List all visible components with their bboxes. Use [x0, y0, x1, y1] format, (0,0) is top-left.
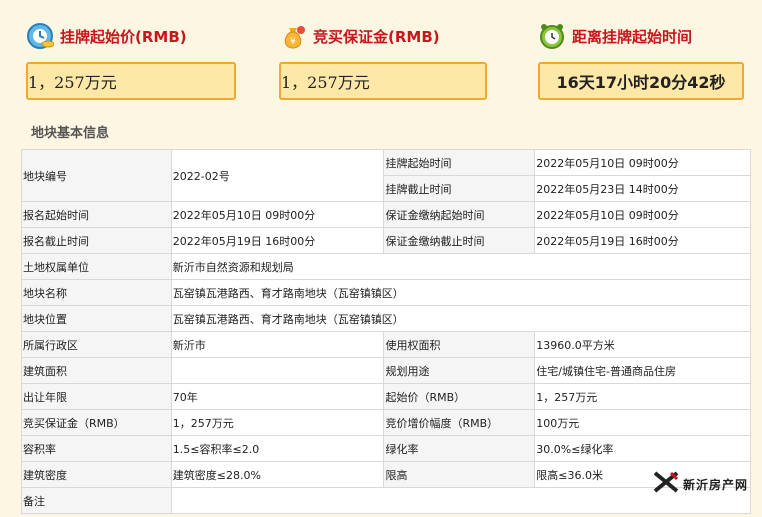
reg-start-value: 2022年05月10日 09时00分 — [170, 201, 385, 228]
height-label: 限高 — [383, 461, 536, 488]
table-row: 备注 — [21, 487, 752, 514]
deposit-value: 1，257万元 — [279, 62, 487, 100]
term-value: 70年 — [170, 383, 385, 410]
table-row: 竞买保证金（RMB） 1，257万元 竞价增价幅度（RMB） 100万元 — [21, 409, 751, 436]
reg-end-value: 2022年05月19日 16时00分 — [170, 227, 385, 254]
table-row: 建筑面积 规划用途 住宅/城镇住宅-普通商品住房 — [21, 357, 751, 384]
name-label: 地块名称 — [21, 279, 172, 306]
table-row: 报名截止时间 2022年05月19日 16时00分 保证金缴纳截止时间 2022… — [21, 227, 751, 254]
money-bag-icon: ¥ — [279, 22, 307, 50]
reg-end-label: 报名截止时间 — [21, 227, 172, 254]
svg-text:¥: ¥ — [290, 37, 296, 47]
density-label: 建筑密度 — [21, 461, 172, 488]
remark-label: 备注 — [21, 487, 172, 514]
start-price-value: 1，257万元 — [26, 62, 236, 100]
deposit-card: ¥ 竞买保证金(RMB) 1，257万元 — [279, 18, 487, 100]
table-row: 出让年限 70年 起始价（RMB） 1，257万元 — [21, 383, 751, 410]
table-row: 地块位置 瓦窑镇瓦港路西、育才路南地块（瓦窑镇镇区） — [21, 305, 752, 332]
far-value: 1.5≤容积率≤2.0 — [170, 435, 385, 462]
section-title: 地块基本信息 — [31, 126, 110, 141]
deposit-start-value: 2022年05月10日 09时00分 — [534, 201, 751, 228]
plan-use-label: 规划用途 — [383, 357, 536, 384]
listing-end-label: 挂牌截止时间 — [383, 175, 536, 202]
deposit-cell: 1，257万元 — [170, 409, 385, 436]
start-price-card: 挂牌起始价(RMB) 1，257万元 — [26, 18, 236, 100]
use-area-label: 使用权面积 — [383, 331, 536, 358]
owner-value: 新沂市自然资源和规划局 — [170, 253, 752, 280]
summary-header: 挂牌起始价(RMB) 1，257万元 ¥ 竞买保证金(RMB) 1，257万元 — [0, 0, 762, 110]
table-row: 建筑密度 建筑密度≤28.0% 限高 限高≤36.0米 — [21, 461, 751, 488]
location-value: 瓦窑镇瓦港路西、育才路南地块（瓦窑镇镇区） — [170, 305, 752, 332]
green-value: 30.0%≤绿化率 — [534, 435, 751, 462]
table-row: 土地权属单位 新沂市自然资源和规划局 — [21, 253, 752, 280]
parcel-no-value: 2022-02号 — [170, 149, 385, 202]
use-area-value: 13960.0平方米 — [534, 331, 751, 358]
countdown-title: 距离挂牌起始时间 — [572, 27, 693, 46]
increment-label: 竞价增价幅度（RMB） — [383, 409, 536, 436]
alarm-clock-icon — [538, 22, 566, 50]
table-row: 地块名称 瓦窑镇瓦港路西、育才路南地块（瓦窑镇镇区） — [21, 279, 752, 306]
x-logo-icon — [653, 471, 679, 497]
density-value: 建筑密度≤28.0% — [170, 461, 385, 488]
location-label: 地块位置 — [21, 305, 172, 332]
table-row: 容积率 1.5≤容积率≤2.0 绿化率 30.0%≤绿化率 — [21, 435, 751, 462]
plan-use-value: 住宅/城镇住宅-普通商品住房 — [534, 357, 751, 384]
deposit-start-label: 保证金缴纳起始时间 — [383, 201, 536, 228]
build-area-value — [170, 357, 385, 384]
start-price-label: 起始价（RMB） — [383, 383, 536, 410]
start-price-title: 挂牌起始价(RMB) — [60, 27, 187, 46]
start-price-cell: 1，257万元 — [534, 383, 751, 410]
listing-start-value: 2022年05月10日 09时00分 — [534, 149, 751, 176]
listing-start-label: 挂牌起始时间 — [383, 149, 536, 176]
deposit-end-label: 保证金缴纳截止时间 — [383, 227, 536, 254]
deposit-label: 竞买保证金（RMB） — [21, 409, 172, 436]
listing-end-value: 2022年05月23日 14时00分 — [534, 175, 751, 202]
watermark-text: 新沂房产网 — [682, 477, 748, 492]
build-area-label: 建筑面积 — [21, 357, 172, 384]
green-label: 绿化率 — [383, 435, 536, 462]
district-label: 所属行政区 — [21, 331, 172, 358]
table-row: 所属行政区 新沂市 使用权面积 13960.0平方米 — [21, 331, 751, 358]
name-value: 瓦窑镇瓦港路西、育才路南地块（瓦窑镇镇区） — [170, 279, 752, 306]
site-watermark: 新沂房产网 — [653, 471, 748, 497]
countdown-card: 距离挂牌起始时间 16天17小时20分42秒 — [538, 18, 744, 100]
deposit-end-value: 2022年05月19日 16时00分 — [534, 227, 751, 254]
table-row: 报名起始时间 2022年05月10日 09时00分 保证金缴纳起始时间 2022… — [21, 201, 751, 228]
district-value: 新沂市 — [170, 331, 385, 358]
increment-value: 100万元 — [534, 409, 751, 436]
coins-icon — [26, 22, 55, 50]
countdown-value: 16天17小时20分42秒 — [538, 62, 744, 100]
table-row: 地块编号 2022-02号 挂牌起始时间 2022年05月10日 09时00分 — [21, 149, 751, 202]
deposit-title: 竞买保证金(RMB) — [313, 27, 440, 46]
owner-label: 土地权属单位 — [21, 253, 172, 280]
reg-start-label: 报名起始时间 — [21, 201, 172, 228]
parcel-info-table: 地块编号 2022-02号 挂牌起始时间 2022年05月10日 09时00分 … — [21, 149, 752, 514]
term-label: 出让年限 — [21, 383, 172, 410]
parcel-no-label: 地块编号 — [21, 149, 172, 202]
far-label: 容积率 — [21, 435, 172, 462]
